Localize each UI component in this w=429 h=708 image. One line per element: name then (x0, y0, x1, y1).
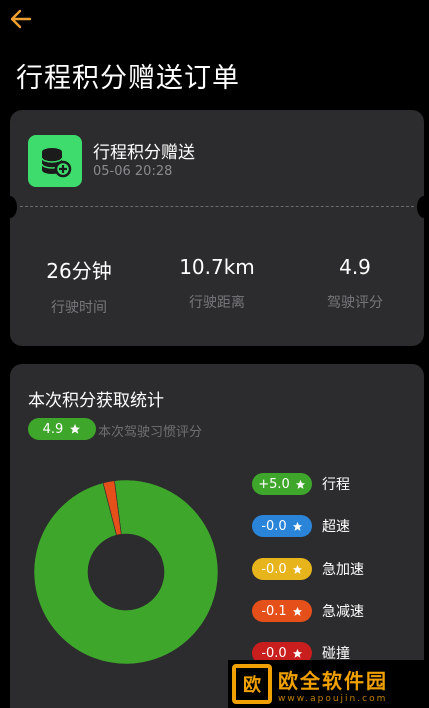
star-icon (295, 479, 305, 489)
score-value: 4.9 (42, 421, 64, 437)
legend-label: 急加速 (322, 562, 364, 578)
donut-slice-行程 (33, 479, 219, 665)
order-name: 行程积分赠送 (93, 143, 195, 163)
metric-duration: 26分钟 行驶时间 (10, 255, 148, 317)
watermark-logo: 欧 (232, 664, 272, 704)
points-donut-chart (33, 479, 219, 665)
star-icon (292, 648, 302, 658)
legend-item-speeding: -0.0 超速 (252, 514, 350, 538)
star-icon (70, 424, 81, 434)
legend-value: -0.1 (261, 603, 287, 619)
legend-label: 超速 (322, 519, 350, 535)
stats-title: 本次积分获取统计 (28, 391, 164, 411)
legend-value: -0.0 (261, 645, 287, 661)
star-icon (292, 606, 302, 616)
watermark-url: www.apoujin.com (278, 693, 388, 704)
legend-value: -0.0 (261, 518, 287, 534)
star-icon (292, 564, 302, 574)
metric-label: 行驶时间 (51, 300, 107, 316)
metric-score: 4.9 驾驶评分 (286, 255, 424, 312)
star-icon (292, 521, 302, 531)
ticket-notch-right (417, 196, 429, 218)
watermark-text-block: 欧全软件园 www.apoujin.com (278, 665, 388, 704)
legend-item-trip: +5.0 行程 (252, 472, 350, 496)
legend-badge: -0.1 (252, 600, 312, 622)
legend-value: +5.0 (258, 476, 290, 492)
legend-badge: -0.0 (252, 515, 312, 537)
metric-value: 26分钟 (46, 259, 112, 283)
legend-item-hard-acceleration: -0.0 急加速 (252, 557, 364, 581)
score-badge: 4.9 (28, 418, 96, 440)
coin-stack-add-icon (28, 135, 82, 187)
metric-distance: 10.7km 行驶距离 (148, 255, 286, 312)
metric-value: 4.9 (339, 255, 371, 279)
ticket-divider (20, 206, 414, 207)
metric-label: 行驶距离 (189, 295, 245, 311)
watermark: 欧 欧全软件园 www.apoujin.com (228, 660, 429, 708)
metric-value: 10.7km (179, 255, 255, 279)
page-title: 行程积分赠送订单 (16, 63, 240, 94)
legend-badge: +5.0 (252, 473, 312, 495)
legend-label: 急减速 (322, 604, 364, 620)
order-card: 行程积分赠送 05-06 20:28 26分钟 行驶时间 10.7km 行驶距离… (3, 110, 429, 346)
ticket-notch-left (3, 196, 17, 218)
score-description: 本次驾驶习惯评分 (98, 425, 203, 440)
stats-card: 本次积分获取统计 4.9 本次驾驶习惯评分 +5.0 行程 -0.0 超速 -0… (10, 364, 424, 708)
watermark-text: 欧全软件园 (278, 668, 388, 693)
metric-label: 驾驶评分 (327, 295, 383, 311)
back-button[interactable] (8, 6, 34, 32)
legend-value: -0.0 (261, 561, 287, 577)
legend-label: 行程 (322, 477, 350, 493)
order-time: 05-06 20:28 (93, 164, 173, 179)
legend-item-hard-braking: -0.1 急减速 (252, 599, 364, 623)
arrow-left-icon (10, 9, 32, 29)
legend-badge: -0.0 (252, 558, 312, 580)
